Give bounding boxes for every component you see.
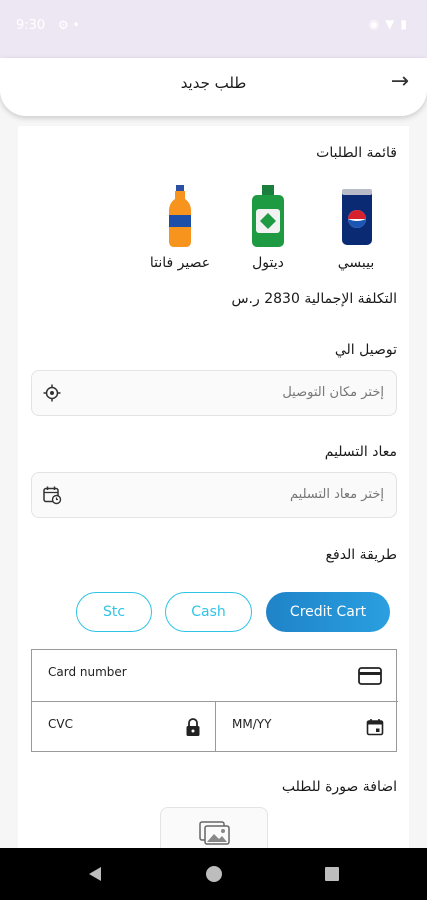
product-list: بيبسي ديتول عصير فانتا xyxy=(140,185,400,280)
schedule-placeholder: إختر معاد التسليم xyxy=(290,487,384,502)
calendar-clock-icon xyxy=(43,486,62,505)
product-name: بيبسي xyxy=(337,255,375,271)
product-name: عصير فانتا xyxy=(149,255,211,271)
cvc-label: CVC xyxy=(48,717,73,731)
expiry-input[interactable]: MM/YY xyxy=(216,702,398,753)
card-number-label: Card number xyxy=(48,665,127,679)
card-number-input[interactable]: Card number xyxy=(32,650,398,701)
payment-label: طريقة الدفع xyxy=(325,547,397,563)
delivery-label: توصيل الي xyxy=(334,342,397,358)
order-list-title: قائمة الطلبات xyxy=(316,145,397,161)
dettol-bottle-icon xyxy=(252,185,284,247)
product-item-fanta[interactable]: عصير فانتا xyxy=(140,185,220,271)
pepsi-can-icon xyxy=(342,189,372,245)
back-triangle-icon[interactable] xyxy=(86,865,104,883)
delivery-time-field[interactable]: إختر معاد التسليم xyxy=(31,472,397,518)
product-item-pepsi[interactable]: بيبسي xyxy=(316,185,396,271)
payment-cash-button[interactable]: Cash xyxy=(165,592,252,632)
system-nav-bar xyxy=(0,848,427,900)
add-image-icon xyxy=(199,821,230,845)
arrow-right-icon[interactable]: → xyxy=(391,69,409,94)
delivery-placeholder: إختر مكان التوصيل xyxy=(282,385,384,400)
attachment-label: اضافة صورة للطلب xyxy=(281,779,397,795)
payment-credit-card-button[interactable]: Credit Cart xyxy=(266,592,390,632)
payment-stc-button[interactable]: Stc xyxy=(76,592,152,632)
total-cost: التكلفة الإجمالية 2830 ر.س xyxy=(231,291,397,307)
product-item-dettol[interactable]: ديتول xyxy=(228,185,308,271)
app-bar: طلب جديد → xyxy=(0,58,427,116)
fanta-bottle-icon xyxy=(169,185,191,247)
expiry-label: MM/YY xyxy=(232,717,272,731)
schedule-label: معاد التسليم xyxy=(324,444,397,460)
calendar-icon xyxy=(366,719,384,736)
lock-icon xyxy=(186,718,200,736)
recents-square-icon[interactable] xyxy=(323,865,341,883)
cvc-input[interactable]: CVC xyxy=(32,702,215,753)
card-form: Card number CVC MM/YY xyxy=(31,649,398,753)
home-circle-icon[interactable] xyxy=(204,864,224,884)
status-settings-icon: ⚙ • xyxy=(58,18,80,32)
credit-card-icon xyxy=(358,667,382,685)
status-time: 9:30 xyxy=(16,18,46,33)
status-indicators-icon: ◉▼▮ xyxy=(368,17,413,31)
product-name: ديتول xyxy=(252,255,284,271)
page-title: طلب جديد xyxy=(180,74,247,92)
delivery-location-field[interactable]: إختر مكان التوصيل xyxy=(31,370,397,416)
location-target-icon xyxy=(43,384,61,402)
